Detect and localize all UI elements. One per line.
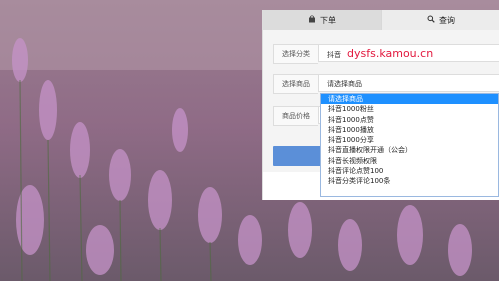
tab-bar: 下单 查询	[263, 10, 499, 30]
product-label: 选择商品	[273, 74, 318, 94]
dropdown-option[interactable]: 抖音1000点赞	[321, 115, 498, 125]
dropdown-option[interactable]: 请选择商品	[321, 94, 498, 105]
shopping-bag-icon	[308, 15, 316, 25]
category-label: 选择分类	[273, 44, 318, 64]
tab-query[interactable]: 查询	[381, 10, 499, 30]
product-select[interactable]: 请选择商品	[318, 74, 499, 92]
dropdown-option[interactable]: 抖音分类评论100条	[321, 176, 498, 186]
dropdown-option[interactable]: 抖音长视频权限	[321, 156, 498, 166]
dropdown-option[interactable]: 抖音1000粉丝	[321, 104, 498, 114]
category-row: 选择分类 抖音 dysfs.kamou.cn	[273, 44, 499, 64]
tab-query-label: 查询	[439, 15, 455, 25]
category-select[interactable]: 抖音 dysfs.kamou.cn	[318, 44, 499, 62]
tab-order[interactable]: 下单	[263, 10, 381, 30]
product-dropdown-list: 请选择商品 抖音1000粉丝 抖音1000点赞 抖音1000播放 抖音1000分…	[320, 93, 499, 197]
dropdown-option[interactable]: 抖音1000分享	[321, 135, 498, 145]
submit-button[interactable]	[273, 146, 323, 166]
product-row: 选择商品 请选择商品	[273, 74, 499, 94]
dropdown-option[interactable]: 抖音1000播放	[321, 125, 498, 135]
category-value: 抖音	[327, 51, 341, 59]
dropdown-option[interactable]: 抖音直播权限开通（公会）	[321, 145, 498, 155]
search-icon	[427, 15, 435, 25]
product-value: 请选择商品	[327, 80, 362, 88]
dropdown-option[interactable]: 抖音评论点赞100	[321, 166, 498, 176]
tab-order-label: 下单	[320, 15, 336, 25]
price-label: 商品价格	[273, 106, 318, 126]
watermark-text: dysfs.kamou.cn	[347, 47, 434, 60]
